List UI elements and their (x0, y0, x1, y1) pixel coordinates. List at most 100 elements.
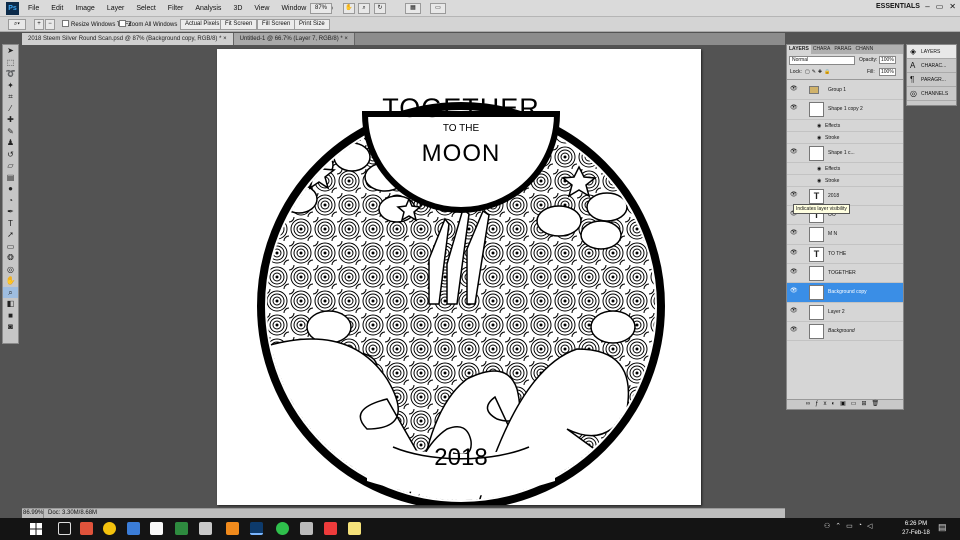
eye-icon[interactable]: 👁 (790, 230, 798, 236)
eye-icon[interactable]: 👁 (790, 149, 798, 155)
menu-layer[interactable]: Layer (101, 0, 131, 17)
tab-document-1[interactable]: 2018 Steem Silver Round Scan.psd @ 87% (… (22, 33, 234, 45)
eraser-tool-icon[interactable]: ▱ (3, 160, 18, 172)
path-selection-icon[interactable]: ➚ (3, 229, 18, 241)
tab-document-2[interactable]: Untitled-1 @ 66.7% (Layer 7, RGB/8) * × (233, 33, 355, 45)
layer-row[interactable]: 👁 M N (787, 225, 903, 245)
side-panel-paragr[interactable]: ¶ PARAGR... (907, 73, 956, 87)
eye-icon[interactable]: ◉ (817, 178, 824, 184)
crop-tool-icon[interactable]: ⌗ (3, 91, 18, 103)
menu-3d[interactable]: 3D (227, 0, 248, 17)
type-tool-icon[interactable]: T (3, 218, 18, 230)
zoom-out-icon[interactable]: − (45, 19, 55, 30)
gradient-tool-icon[interactable]: ▤ (3, 172, 18, 184)
hand-tool-icon[interactable]: ✋ (343, 3, 355, 14)
default-colors-icon[interactable]: ■ (3, 310, 18, 322)
eye-icon[interactable]: 👁 (790, 308, 798, 314)
vlc-icon[interactable] (226, 522, 239, 535)
zoom-level-select[interactable]: 87% (310, 3, 332, 14)
screen-mode-icon[interactable]: ▭ (430, 3, 446, 14)
chrome-icon[interactable] (103, 522, 116, 535)
blend-mode-select[interactable]: Normal (789, 56, 855, 65)
menu-select[interactable]: Select (130, 0, 161, 17)
app-icon[interactable] (199, 522, 212, 535)
panel-tab-parag[interactable]: PARAG (832, 45, 853, 54)
canvas-area[interactable]: TOGETHER TO THE MOON 2018 (22, 45, 785, 507)
eyedropper-icon[interactable]: ⁄ (3, 103, 18, 115)
close-icon[interactable]: × (223, 36, 227, 42)
menu-window[interactable]: Window (275, 0, 312, 17)
fill-field[interactable]: 100% (879, 68, 896, 76)
sticky-notes-icon[interactable] (348, 522, 361, 535)
system-tray[interactable]: ⚇ ⌃ ▭ ◔ ◁ (824, 522, 872, 530)
menu-image[interactable]: Image (69, 0, 100, 17)
media-player-icon[interactable] (80, 522, 93, 535)
zoom-in-icon[interactable]: + (34, 19, 44, 30)
magic-wand-icon[interactable]: ✦ (3, 80, 18, 92)
notification-icon[interactable]: ▤ (938, 522, 947, 533)
layer-effect-row[interactable]: ◉ Stroke (787, 132, 903, 144)
eye-icon[interactable]: ◉ (817, 135, 824, 141)
rotate-view-icon[interactable]: ↻ (374, 3, 386, 14)
marquee-tool-icon[interactable]: ⬚ (3, 57, 18, 69)
opacity-field[interactable]: 100% (879, 56, 896, 64)
lasso-tool-icon[interactable]: ➰ (3, 68, 18, 80)
zoom-tool-icon[interactable]: ⌕ (3, 286, 18, 298)
up-arrow-icon[interactable]: ⌃ (835, 522, 841, 530)
network-icon[interactable]: ◔ (858, 522, 862, 530)
clone-stamp-icon[interactable]: ♟ (3, 137, 18, 149)
layer-row[interactable]: 👁 Layer 2 (787, 303, 903, 322)
layer-row[interactable]: 👁 T TO THE (787, 245, 903, 265)
shape-tool-icon[interactable]: ▭ (3, 241, 18, 253)
calculator-icon[interactable] (300, 522, 313, 535)
menu-file[interactable]: File (22, 0, 45, 17)
zoom-tool-icon[interactable]: ⌕ (358, 3, 370, 14)
fit-screen-button[interactable]: Fit Screen (220, 19, 258, 30)
workspace-switcher[interactable]: ESSENTIALS (876, 3, 920, 10)
zoom-preset-icon[interactable]: ⌕▾ (8, 19, 26, 30)
file-explorer-icon[interactable] (127, 522, 140, 535)
history-brush-icon[interactable]: ↺ (3, 149, 18, 161)
photoshop-taskbar-icon[interactable] (250, 522, 263, 535)
zoom-status[interactable]: 86.99% (22, 509, 44, 518)
document-canvas[interactable]: TOGETHER TO THE MOON 2018 (217, 49, 701, 505)
layer-row[interactable]: 👁 Shape 1 c... (787, 144, 903, 163)
lock-icons[interactable]: ▢✎✚🔒 (805, 69, 832, 76)
battery-icon[interactable]: ▭ (846, 522, 853, 530)
arrange-documents-icon[interactable]: ▦ (405, 3, 421, 14)
eye-icon[interactable]: 👁 (790, 192, 798, 198)
layer-effect-row[interactable]: ◉ Effects (787, 163, 903, 175)
eye-icon[interactable]: 👁 (790, 105, 798, 111)
hand-tool-icon[interactable]: ✋ (3, 275, 18, 287)
3d-orbit-icon[interactable]: ◎ (3, 264, 18, 276)
menu-filter[interactable]: Filter (162, 0, 190, 17)
windows-start-icon[interactable] (30, 523, 42, 535)
fill-screen-button[interactable]: Fill Screen (257, 19, 296, 30)
office-icon[interactable] (324, 522, 337, 535)
move-tool-icon[interactable]: ➤ (3, 45, 18, 57)
pen-tool-icon[interactable]: ✒ (3, 206, 18, 218)
minimize-icon[interactable]: – (925, 2, 929, 11)
blur-tool-icon[interactable]: ● (3, 183, 18, 195)
side-panel-layers[interactable]: ◈ LAYERS (907, 45, 956, 59)
store-icon[interactable] (150, 522, 163, 535)
color-swatches-icon[interactable]: ◧ (3, 298, 18, 310)
eye-icon[interactable]: 👁 (790, 288, 798, 294)
dodge-tool-icon[interactable]: ◔ (3, 195, 18, 207)
eye-icon[interactable]: 👁 (790, 86, 798, 92)
panel-tab-layers[interactable]: LAYERS (787, 45, 811, 54)
healing-brush-icon[interactable]: ✚ (3, 114, 18, 126)
whatsapp-icon[interactable] (276, 522, 289, 535)
volume-icon[interactable]: ◁ (867, 522, 872, 530)
3d-rotate-icon[interactable]: ❂ (3, 252, 18, 264)
layer-row[interactable]: 👁 Shape 1 copy 2 (787, 100, 903, 120)
eye-icon[interactable]: 👁 (790, 327, 798, 333)
close-icon[interactable]: ✕ (949, 2, 956, 11)
menu-analysis[interactable]: Analysis (189, 0, 227, 17)
menu-view[interactable]: View (248, 0, 275, 17)
quick-mask-icon[interactable]: ◙ (3, 321, 18, 333)
eye-icon[interactable]: 👁 (790, 250, 798, 256)
restore-icon[interactable]: ▭ (936, 2, 944, 11)
eye-icon[interactable]: ◉ (817, 123, 824, 129)
eye-icon[interactable]: ◉ (817, 166, 824, 172)
